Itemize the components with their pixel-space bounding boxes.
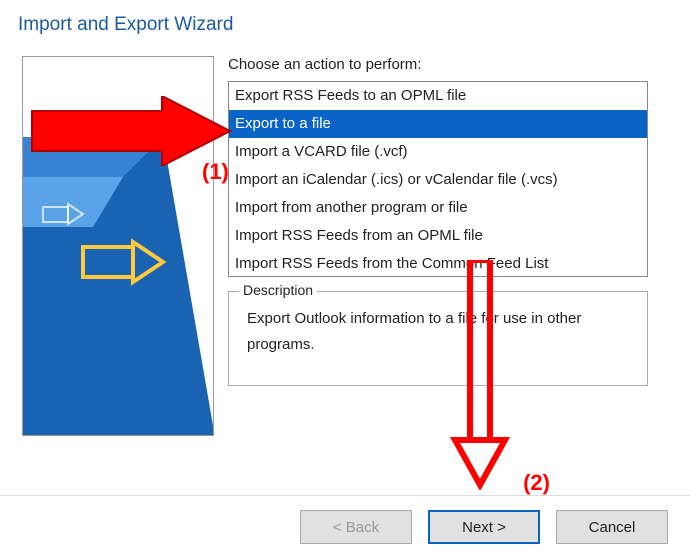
list-item[interactable]: Import from another program or file	[229, 194, 647, 222]
list-item[interactable]: Import RSS Feeds from the Common Feed Li…	[229, 250, 647, 277]
wizard-illustration	[22, 56, 214, 436]
wizard-title: Import and Export Wizard	[0, 0, 690, 56]
import-export-wizard-dialog: Import and Export Wizard Choose an actio…	[0, 0, 690, 558]
list-item[interactable]: Import an iCalendar (.ics) or vCalendar …	[229, 166, 647, 194]
description-group: Description Export Outlook information t…	[228, 291, 648, 386]
wizard-button-bar: < Back Next > Cancel	[300, 510, 668, 544]
annotation-label-2: (2)	[523, 470, 550, 496]
action-prompt-label: Choose an action to perform:	[228, 56, 678, 73]
next-button[interactable]: Next >	[428, 510, 540, 544]
cancel-button[interactable]: Cancel	[556, 510, 668, 544]
separator	[0, 495, 690, 496]
list-item[interactable]: Import a VCARD file (.vcf)	[229, 138, 647, 166]
action-listbox[interactable]: Export RSS Feeds to an OPML file Export …	[228, 81, 648, 277]
list-item[interactable]: Export to a file	[229, 110, 647, 138]
back-button: < Back	[300, 510, 412, 544]
list-item[interactable]: Import RSS Feeds from an OPML file	[229, 222, 647, 250]
wizard-content: Choose an action to perform: Export RSS …	[0, 56, 690, 436]
description-text: Export Outlook information to a file for…	[247, 302, 629, 357]
description-legend: Description	[239, 282, 317, 298]
list-item[interactable]: Export RSS Feeds to an OPML file	[229, 82, 647, 110]
main-pane: Choose an action to perform: Export RSS …	[228, 56, 678, 436]
